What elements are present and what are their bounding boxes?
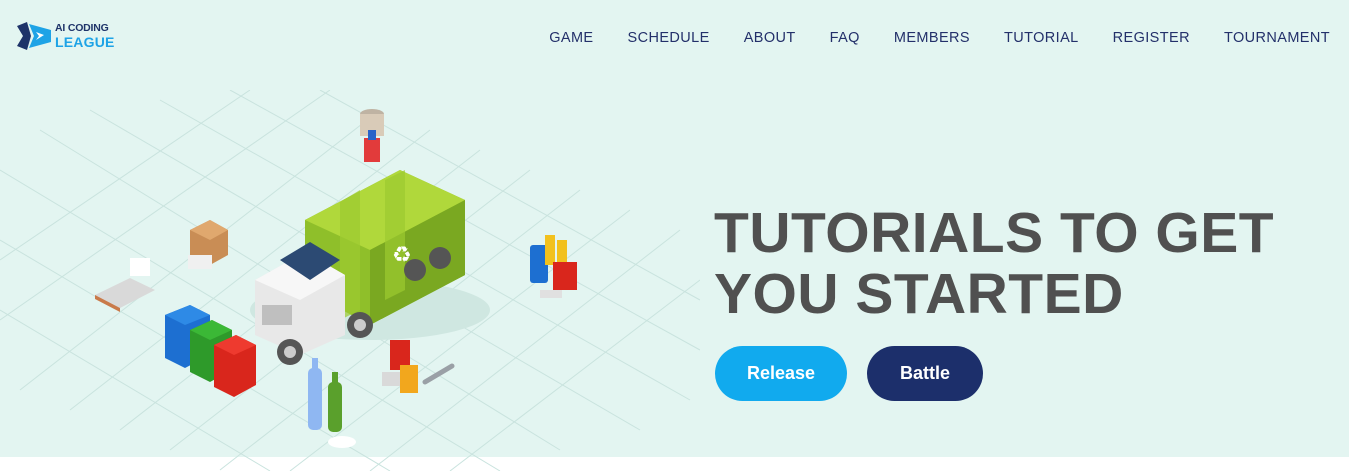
recycle-bin-red-icon (214, 335, 256, 397)
battle-button[interactable]: Battle (867, 346, 983, 401)
headline-line-2: YOU STARTED (714, 262, 1124, 326)
release-button[interactable]: Release (715, 346, 847, 401)
logo-text-bottom: LEAGUE (55, 33, 115, 50)
main-nav: GAME SCHEDULE ABOUT FAQ MEMBERS TUTORIAL… (515, 30, 1330, 46)
logo-mark-icon (17, 22, 51, 50)
paper-stack-icon (95, 255, 212, 312)
nav-game[interactable]: GAME (549, 30, 593, 46)
page-headline: TUTORIALS TO GET YOU STARTED (714, 203, 1334, 325)
nav-tournament[interactable]: TOURNAMENT (1224, 30, 1330, 46)
nav-register[interactable]: REGISTER (1113, 30, 1190, 46)
nav-about[interactable]: ABOUT (744, 30, 796, 46)
hero-illustration: ♻ (0, 90, 700, 471)
garbage-truck-icon: ♻ (250, 170, 490, 365)
wrench-icon (422, 363, 455, 385)
battery-icon (530, 235, 577, 298)
nav-tutorial[interactable]: TUTORIAL (1004, 30, 1079, 46)
nav-faq[interactable]: FAQ (830, 30, 860, 46)
can-icon (382, 340, 418, 393)
cup-icon (360, 109, 384, 162)
nav-members[interactable]: MEMBERS (894, 30, 970, 46)
headline-line-1: TUTORIALS TO GET (714, 201, 1275, 265)
site-logo[interactable]: AI CODING LEAGUE (17, 22, 115, 50)
bottle-icon (308, 358, 356, 448)
logo-text-top: AI CODING (55, 22, 109, 35)
svg-text:♻: ♻ (392, 243, 412, 268)
hero-section: AI CODING LEAGUE GAME SCHEDULE ABOUT FAQ… (0, 0, 1349, 471)
nav-schedule[interactable]: SCHEDULE (628, 30, 710, 46)
